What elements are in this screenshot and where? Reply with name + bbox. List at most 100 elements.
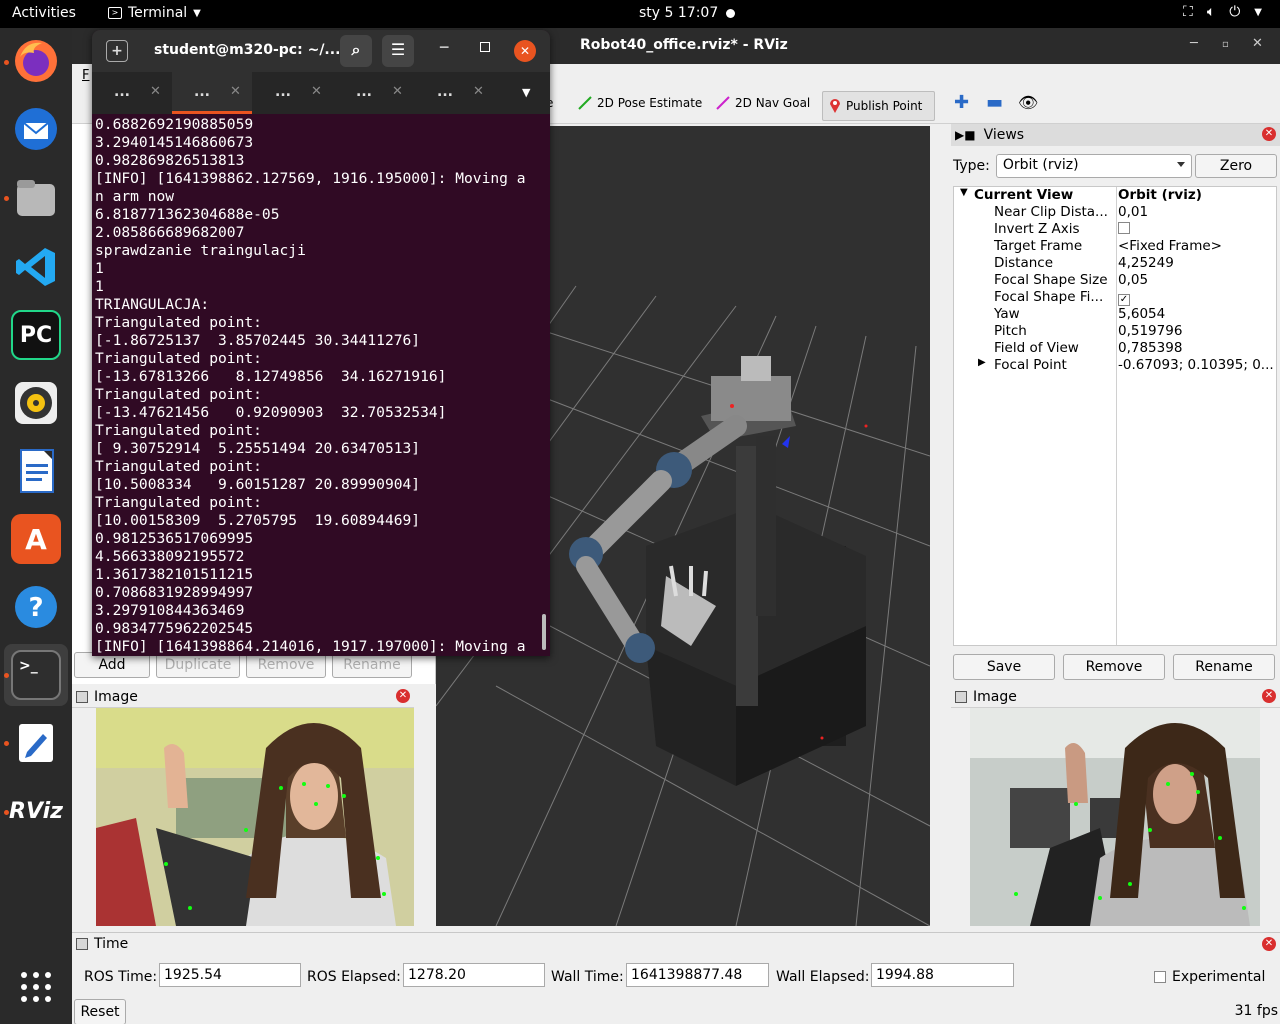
prop-target-frame[interactable]: Target Frame <Fixed Frame>: [954, 238, 1276, 255]
remove-view-button[interactable]: Remove: [1063, 654, 1165, 680]
rviz-icon[interactable]: RViz: [9, 786, 63, 836]
save-button[interactable]: Save: [953, 654, 1055, 680]
close-icon[interactable]: ✕: [1262, 937, 1276, 951]
prop-focal-shape-fixed[interactable]: Focal Shape Fi... ✓: [954, 289, 1276, 306]
remove-tool-minus-icon[interactable]: ▬: [986, 92, 1003, 113]
terminal-icon[interactable]: >_: [11, 650, 61, 700]
terminal-tab-active[interactable]: ... ✕: [172, 72, 252, 114]
tabs-dropdown-icon[interactable]: ▼: [522, 86, 530, 99]
ros-time-label: ROS Time:: [84, 969, 158, 985]
thunderbird-icon[interactable]: [11, 104, 61, 154]
terminal-tab[interactable]: ... ✕: [334, 72, 414, 114]
app-center-icon[interactable]: A: [11, 514, 61, 564]
hamburger-menu-icon[interactable]: ☰: [382, 35, 414, 67]
running-indicator: [4, 673, 9, 678]
activities-button[interactable]: Activities: [12, 5, 76, 21]
terminal-scrollbar[interactable]: [542, 614, 546, 650]
terminal-line: [INFO] [1641398864.214016, 1917.197000]:…: [95, 638, 526, 655]
view-type-select[interactable]: Orbit (rviz): [995, 154, 1192, 178]
prop-distance[interactable]: Distance 4,25249: [954, 255, 1276, 272]
property-value[interactable]: 0,01: [1118, 204, 1274, 220]
close-icon[interactable]: ✕: [396, 689, 410, 703]
minimize-icon[interactable]: ─: [440, 40, 448, 56]
tool-publish-point[interactable]: Publish Point: [822, 91, 936, 121]
property-value[interactable]: -0.67093; 0.10395; 0....: [1118, 357, 1274, 373]
tab-label: ...: [194, 84, 210, 100]
prop-invert-z[interactable]: Invert Z Axis: [954, 221, 1276, 238]
prop-near-clip[interactable]: Near Clip Dista... 0,01: [954, 204, 1276, 221]
minimize-icon[interactable]: ─: [1190, 36, 1198, 51]
tab-label: ...: [114, 84, 130, 100]
close-tab-icon[interactable]: ✕: [311, 84, 322, 99]
clock[interactable]: sty 5 17:07: [639, 5, 718, 21]
apps-grid-icon[interactable]: [11, 962, 61, 1012]
close-tab-icon[interactable]: ✕: [392, 84, 403, 99]
tool-2d-pose-estimate[interactable]: 2D Pose Estimate: [578, 96, 702, 110]
files-icon[interactable]: [11, 174, 61, 224]
camera-type-eye-icon[interactable]: 👁︎: [1018, 93, 1038, 112]
close-icon[interactable]: ✕: [1262, 689, 1276, 703]
menu-file[interactable]: F: [82, 68, 89, 83]
property-value[interactable]: 5,6054: [1118, 306, 1274, 322]
close-icon[interactable]: ✕: [1262, 127, 1276, 141]
prop-yaw[interactable]: Yaw 5,6054: [954, 306, 1276, 323]
terminal-tab[interactable]: ... ✕: [92, 72, 172, 114]
current-view-row[interactable]: ▼ Current View Orbit (rviz): [954, 187, 1276, 204]
search-icon[interactable]: ⌕: [340, 35, 372, 67]
wall-elapsed-field[interactable]: 1994.88: [871, 963, 1014, 987]
rhythmbox-icon[interactable]: [11, 378, 61, 428]
chevron-down-icon: [1176, 162, 1185, 167]
tool-2d-nav-goal[interactable]: 2D Nav Goal: [716, 96, 810, 110]
wall-time-label: Wall Time:: [551, 969, 624, 985]
add-tool-plus-icon[interactable]: ✚: [954, 92, 969, 113]
prop-pitch[interactable]: Pitch 0,519796: [954, 323, 1276, 340]
wall-time-field[interactable]: 1641398877.48: [626, 963, 769, 987]
prop-focal-point[interactable]: ▶ Focal Point -0.67093; 0.10395; 0....: [954, 357, 1276, 374]
close-tab-icon[interactable]: ✕: [150, 84, 161, 99]
expand-down-icon[interactable]: ▼: [960, 187, 968, 198]
property-name: Focal Shape Fi...: [994, 289, 1104, 305]
firefox-icon[interactable]: [11, 36, 61, 86]
system-tray[interactable]: ⛶ 🔈︎ ⏻ ▼: [1183, 4, 1262, 20]
terminal-output[interactable]: 0.6882692190885059 3.2940145146860673 0.98…: [95, 116, 541, 656]
experimental-checkbox[interactable]: [1154, 971, 1166, 983]
new-tab-icon[interactable]: +: [106, 40, 128, 62]
prop-field-of-view[interactable]: Field of View 0,785398: [954, 340, 1276, 357]
experimental-toggle[interactable]: Experimental: [1154, 969, 1265, 985]
maximize-icon[interactable]: [480, 42, 490, 52]
vscode-icon[interactable]: [11, 242, 61, 292]
expand-right-icon[interactable]: ▶: [978, 357, 986, 368]
ros-time-field[interactable]: 1925.54: [159, 963, 301, 987]
terminal-tab[interactable]: ... ✕: [415, 72, 495, 114]
terminal-titlebar[interactable]: + student@m320-pc: ~/... ⌕ ☰ ─ ✕: [92, 30, 550, 72]
panel-icon: [955, 690, 967, 703]
panel-header: Image: [951, 686, 1280, 708]
help-icon[interactable]: ?: [11, 582, 61, 632]
terminal-line: Triangulated point:: [95, 386, 262, 403]
close-icon[interactable]: ✕: [1252, 36, 1263, 51]
close-icon[interactable]: ✕: [514, 40, 536, 62]
tool-label: 2D Nav Goal: [735, 96, 811, 110]
power-icon: ⏻: [1229, 4, 1241, 20]
terminal-tab[interactable]: ... ✕: [253, 72, 333, 114]
rename-view-button[interactable]: Rename: [1173, 654, 1275, 680]
property-value[interactable]: 4,25249: [1118, 255, 1274, 271]
reset-button[interactable]: Reset: [74, 999, 126, 1024]
property-value[interactable]: 0,785398: [1118, 340, 1274, 356]
close-tab-icon[interactable]: ✕: [473, 84, 484, 99]
libreoffice-writer-icon[interactable]: [11, 446, 61, 496]
property-value[interactable]: <Fixed Frame>: [1118, 238, 1274, 254]
text-editor-icon[interactable]: [11, 718, 61, 768]
tab-label: ...: [437, 84, 453, 100]
ros-elapsed-field[interactable]: 1278.20: [403, 963, 545, 987]
property-value[interactable]: 0,519796: [1118, 323, 1274, 339]
invert-z-checkbox[interactable]: [1118, 222, 1130, 234]
property-value[interactable]: 0,05: [1118, 272, 1274, 288]
focal-shape-fixed-checkbox[interactable]: ✓: [1118, 294, 1130, 306]
close-tab-icon[interactable]: ✕: [230, 84, 241, 99]
pycharm-icon[interactable]: PC: [11, 310, 61, 360]
prop-focal-shape-size[interactable]: Focal Shape Size 0,05: [954, 272, 1276, 289]
app-menu[interactable]: > Terminal ▼: [108, 5, 201, 21]
restore-icon[interactable]: ▫: [1222, 39, 1229, 50]
zero-button[interactable]: Zero: [1195, 154, 1277, 178]
